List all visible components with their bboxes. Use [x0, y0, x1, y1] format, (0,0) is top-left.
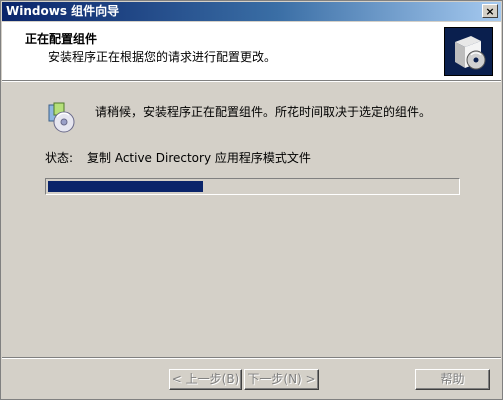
wizard-window: Windows 组件向导 × 正在配置组件 安装程序正在根据您的请求进行配置更改…	[0, 0, 503, 400]
window-title: Windows 组件向导	[6, 4, 120, 18]
footer-divider-highlight	[2, 358, 501, 359]
progress-fill	[48, 181, 203, 192]
title-bar[interactable]: Windows 组件向导 ×	[2, 2, 501, 21]
info-message: 请稍候，安装程序正在配置组件。所花时间取决于选定的组件。	[95, 105, 432, 119]
wizard-box-cd-icon	[444, 27, 493, 76]
header-subtitle: 安装程序正在根据您的请求进行配置更改。	[48, 50, 277, 64]
header-title: 正在配置组件	[25, 32, 98, 46]
help-button[interactable]: 帮助	[415, 369, 490, 390]
status-label: 状态:	[45, 151, 74, 165]
header-separator	[2, 81, 501, 82]
wizard-header: 正在配置组件 安装程序正在根据您的请求进行配置更改。	[2, 22, 501, 81]
progress-bar	[45, 178, 460, 195]
components-install-icon	[45, 101, 77, 135]
next-button[interactable]: 下一步(N) >	[244, 369, 319, 390]
status-value: 复制 Active Directory 应用程序模式文件	[87, 151, 311, 165]
back-button[interactable]: < 上一步(B)	[169, 369, 242, 390]
close-button[interactable]: ×	[482, 4, 498, 18]
